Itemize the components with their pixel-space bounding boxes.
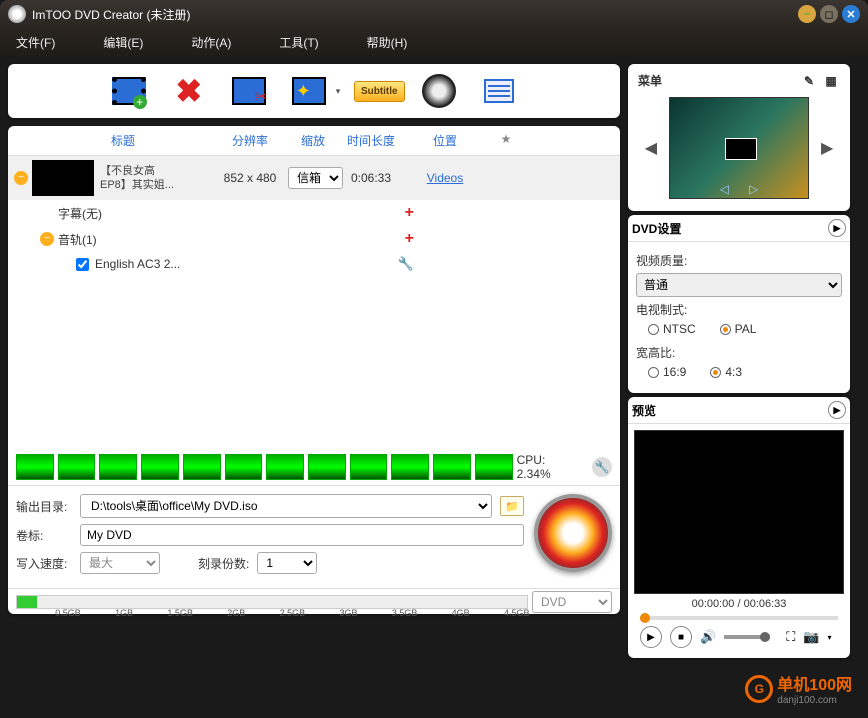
volume-input[interactable] (80, 524, 524, 546)
size-bar: 0.5GB 1GB 1.5GB 2GB 2.5GB 3GB 3.5GB 4GB … (8, 588, 620, 614)
ntsc-radio[interactable]: NTSC (648, 322, 696, 336)
aspect-169-radio[interactable]: 16:9 (648, 365, 686, 379)
file-duration: 0:06:33 (338, 171, 404, 185)
snapshot-icon[interactable]: 📷 (803, 629, 819, 645)
expand-preview-button[interactable]: ▶ (828, 401, 846, 419)
cpu-graph (16, 454, 54, 480)
templates-icon[interactable]: ▦ (822, 73, 840, 89)
menu-action[interactable]: 动作(A) (191, 34, 231, 51)
volume-slider[interactable] (724, 635, 770, 639)
nav-right-icon[interactable]: ▷ (749, 182, 758, 196)
audio-track-checkbox[interactable] (76, 258, 89, 271)
video-quality-select[interactable]: 普通 (636, 273, 842, 297)
output-dest-label: 输出目录: (16, 498, 72, 515)
audio-row[interactable]: − 音轨(1) + (8, 226, 620, 252)
cpu-settings-button[interactable]: 🔧 (592, 457, 612, 477)
empty-area (8, 276, 620, 449)
menu-template-thumbnail[interactable]: ◁▷ (669, 97, 809, 199)
minimize-button[interactable]: – (798, 5, 816, 23)
menu-bar: 文件(F) 编辑(E) 动作(A) 工具(T) 帮助(H) (0, 28, 868, 56)
browse-folder-button[interactable]: 📁 (500, 496, 524, 516)
list-view-button[interactable] (478, 72, 520, 110)
remove-button[interactable]: ✖ (168, 72, 210, 110)
subtitle-row[interactable]: 字幕(无) + (8, 200, 620, 226)
col-location[interactable]: 位置 (404, 132, 486, 149)
volume-label: 卷标: (16, 527, 72, 544)
time-display: 00:00:00 / 00:06:33 (634, 594, 844, 614)
size-track: 0.5GB 1GB 1.5GB 2GB 2.5GB 3GB 3.5GB 4GB … (16, 595, 528, 609)
file-title: 【不良女高 EP8】其实姐... (100, 164, 212, 193)
prev-template-button[interactable]: ◀ (641, 134, 661, 162)
aspect-label: 宽高比: (636, 344, 842, 361)
expand-settings-button[interactable]: ▶ (828, 219, 846, 237)
video-thumbnail[interactable] (32, 160, 94, 196)
file-resolution: 852 x 480 (212, 171, 288, 185)
speed-select[interactable]: 最大 (80, 552, 160, 574)
preview-header: 预览 (632, 402, 656, 419)
menu-panel: 菜单 ✎ ▦ ◀ ◁▷ ▶ (628, 64, 850, 211)
disc-type-select[interactable]: DVD (532, 591, 612, 613)
col-resolution[interactable]: 分辨率 (212, 132, 288, 149)
copies-label: 刻录份数: (198, 555, 249, 572)
menu-tool[interactable]: 工具(T) (279, 34, 318, 51)
audio-track-row[interactable]: English AC3 2... 🔧 (8, 252, 620, 276)
window-title: ImTOO DVD Creator (未注册) (32, 6, 190, 23)
add-video-button[interactable] (108, 72, 150, 110)
stop-button[interactable]: ■ (670, 626, 692, 648)
dvd-settings-panel: DVD设置 ▶ 视频质量: 普通 电视制式: NTSC PAL 宽高比: 16:… (628, 215, 850, 393)
col-title[interactable]: 标题 (34, 132, 212, 149)
add-subtitle-icon[interactable]: + (405, 204, 414, 222)
title-bar: ImTOO DVD Creator (未注册) – ◻ ✕ (0, 0, 868, 28)
watermark-logo-icon: G (745, 675, 773, 703)
subtitle-button[interactable]: Subtitle (358, 72, 400, 110)
aspect-43-radio[interactable]: 4:3 (710, 365, 742, 379)
zoom-select[interactable]: 信箱 (288, 167, 343, 189)
preview-viewport (634, 430, 844, 594)
add-audio-icon[interactable]: + (405, 230, 414, 248)
close-button[interactable]: ✕ (842, 5, 860, 23)
menu-help[interactable]: 帮助(H) (367, 34, 408, 51)
preview-panel: 预览 ▶ 00:00:00 / 00:06:33 ▶ ■ 🔊 ⛶ 📷▾ (628, 397, 850, 658)
effects-button[interactable] (288, 72, 330, 110)
app-logo-icon (8, 5, 26, 23)
audio-button[interactable] (418, 72, 460, 110)
video-quality-label: 视频质量: (636, 252, 842, 269)
next-template-button[interactable]: ▶ (817, 134, 837, 162)
output-area: 输出目录: D:\tools\桌面\office\My DVD.iso 📁 卷标… (8, 485, 620, 588)
size-fill (17, 596, 37, 608)
menu-edit[interactable]: 编辑(E) (103, 34, 143, 51)
pal-radio[interactable]: PAL (720, 322, 757, 336)
cpu-label: CPU: 2.34% (517, 453, 583, 481)
column-header: 标题 分辨率 缩放 时间长度 位置 ★ (8, 126, 620, 156)
toolbar: ✖ ▾ Subtitle (8, 64, 620, 118)
menu-header: 菜单 (638, 72, 662, 89)
volume-icon[interactable]: 🔊 (700, 629, 716, 645)
file-row[interactable]: − 【不良女高 EP8】其实姐... 852 x 480 信箱 0:06:33 … (8, 156, 620, 200)
speed-label: 写入速度: (16, 555, 72, 572)
file-list: − 【不良女高 EP8】其实姐... 852 x 480 信箱 0:06:33 … (8, 156, 620, 276)
collapse-icon[interactable]: − (14, 171, 28, 185)
cut-button[interactable] (228, 72, 270, 110)
tv-standard-label: 电视制式: (636, 301, 842, 318)
copies-select[interactable]: 1 (257, 552, 317, 574)
collapse-icon[interactable]: − (40, 232, 54, 246)
cpu-bar: CPU: 2.34% 🔧 (8, 449, 620, 485)
col-zoom[interactable]: 缩放 (288, 132, 338, 149)
col-duration[interactable]: 时间长度 (338, 132, 404, 149)
menu-file[interactable]: 文件(F) (16, 34, 55, 51)
dvd-settings-header: DVD设置 (632, 220, 681, 237)
burn-button[interactable] (534, 494, 612, 572)
file-location-link[interactable]: Videos (427, 171, 463, 185)
watermark: G 单机100网 danji100.com (745, 671, 852, 706)
nav-left-icon[interactable]: ◁ (720, 182, 729, 196)
edit-menu-icon[interactable]: ✎ (800, 73, 818, 89)
maximize-button[interactable]: ◻ (820, 5, 838, 23)
edit-audio-icon[interactable]: 🔧 (398, 256, 414, 272)
fullscreen-icon[interactable]: ⛶ (786, 629, 795, 645)
content-panel: 标题 分辨率 缩放 时间长度 位置 ★ − 【不良女高 EP8】其实姐... 8… (8, 126, 620, 614)
progress-slider[interactable] (640, 616, 838, 620)
play-button[interactable]: ▶ (640, 626, 662, 648)
output-dest-select[interactable]: D:\tools\桌面\office\My DVD.iso (80, 494, 492, 518)
col-star[interactable]: ★ (486, 132, 526, 149)
